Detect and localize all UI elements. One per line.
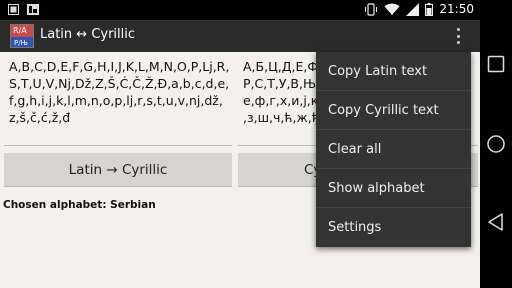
battery-icon xyxy=(425,2,434,16)
vibrate-icon xyxy=(365,2,378,16)
status-bar: 21:50 xyxy=(0,0,480,20)
recents-icon[interactable] xyxy=(486,54,506,74)
menu-item-copy-cyrillic[interactable]: Copy Cyrillic text xyxy=(316,91,471,130)
menu-item-settings[interactable]: Settings xyxy=(316,208,471,247)
overflow-dot-icon xyxy=(456,28,460,31)
menu-item-clear-all[interactable]: Clear all xyxy=(316,130,471,169)
app-logo-bottom: P/Њ xyxy=(11,37,33,47)
app-screen: 21:50 R/A P/Њ Latin ↔ Cyrillic A,B,C,D,E… xyxy=(0,0,480,288)
overflow-dot-icon xyxy=(456,41,460,44)
app-title: Latin ↔ Cyrillic xyxy=(40,27,136,42)
latin-to-cyrillic-button[interactable]: Latin → Cyrillic xyxy=(4,153,232,187)
chosen-alphabet-label: Chosen alphabet: Serbian xyxy=(3,199,156,211)
gallery-icon xyxy=(27,4,39,15)
overflow-menu: Copy Latin text Copy Cyrillic text Clear… xyxy=(316,52,471,247)
navigation-bar xyxy=(480,0,512,288)
action-bar: R/A P/Њ Latin ↔ Cyrillic xyxy=(0,20,480,52)
wifi-icon xyxy=(384,3,400,15)
menu-item-show-alphabet[interactable]: Show alphabet xyxy=(316,169,471,208)
menu-item-copy-latin[interactable]: Copy Latin text xyxy=(316,52,471,91)
latin-input-underline xyxy=(4,145,232,146)
notification-icon xyxy=(8,4,19,15)
home-icon[interactable] xyxy=(486,134,506,154)
clock: 21:50 xyxy=(439,2,474,16)
overflow-dot-icon xyxy=(456,34,460,38)
overflow-menu-button[interactable] xyxy=(450,26,466,46)
back-icon[interactable] xyxy=(486,212,506,232)
signal-icon xyxy=(406,2,420,16)
app-logo-top: R/A xyxy=(11,25,33,37)
app-logo-icon: R/A P/Њ xyxy=(10,24,34,48)
latin-text-input[interactable]: A,B,C,D,E,F,G,H,I,J,K,L,M,N,O,P,Lj,R,S,T… xyxy=(9,58,231,144)
